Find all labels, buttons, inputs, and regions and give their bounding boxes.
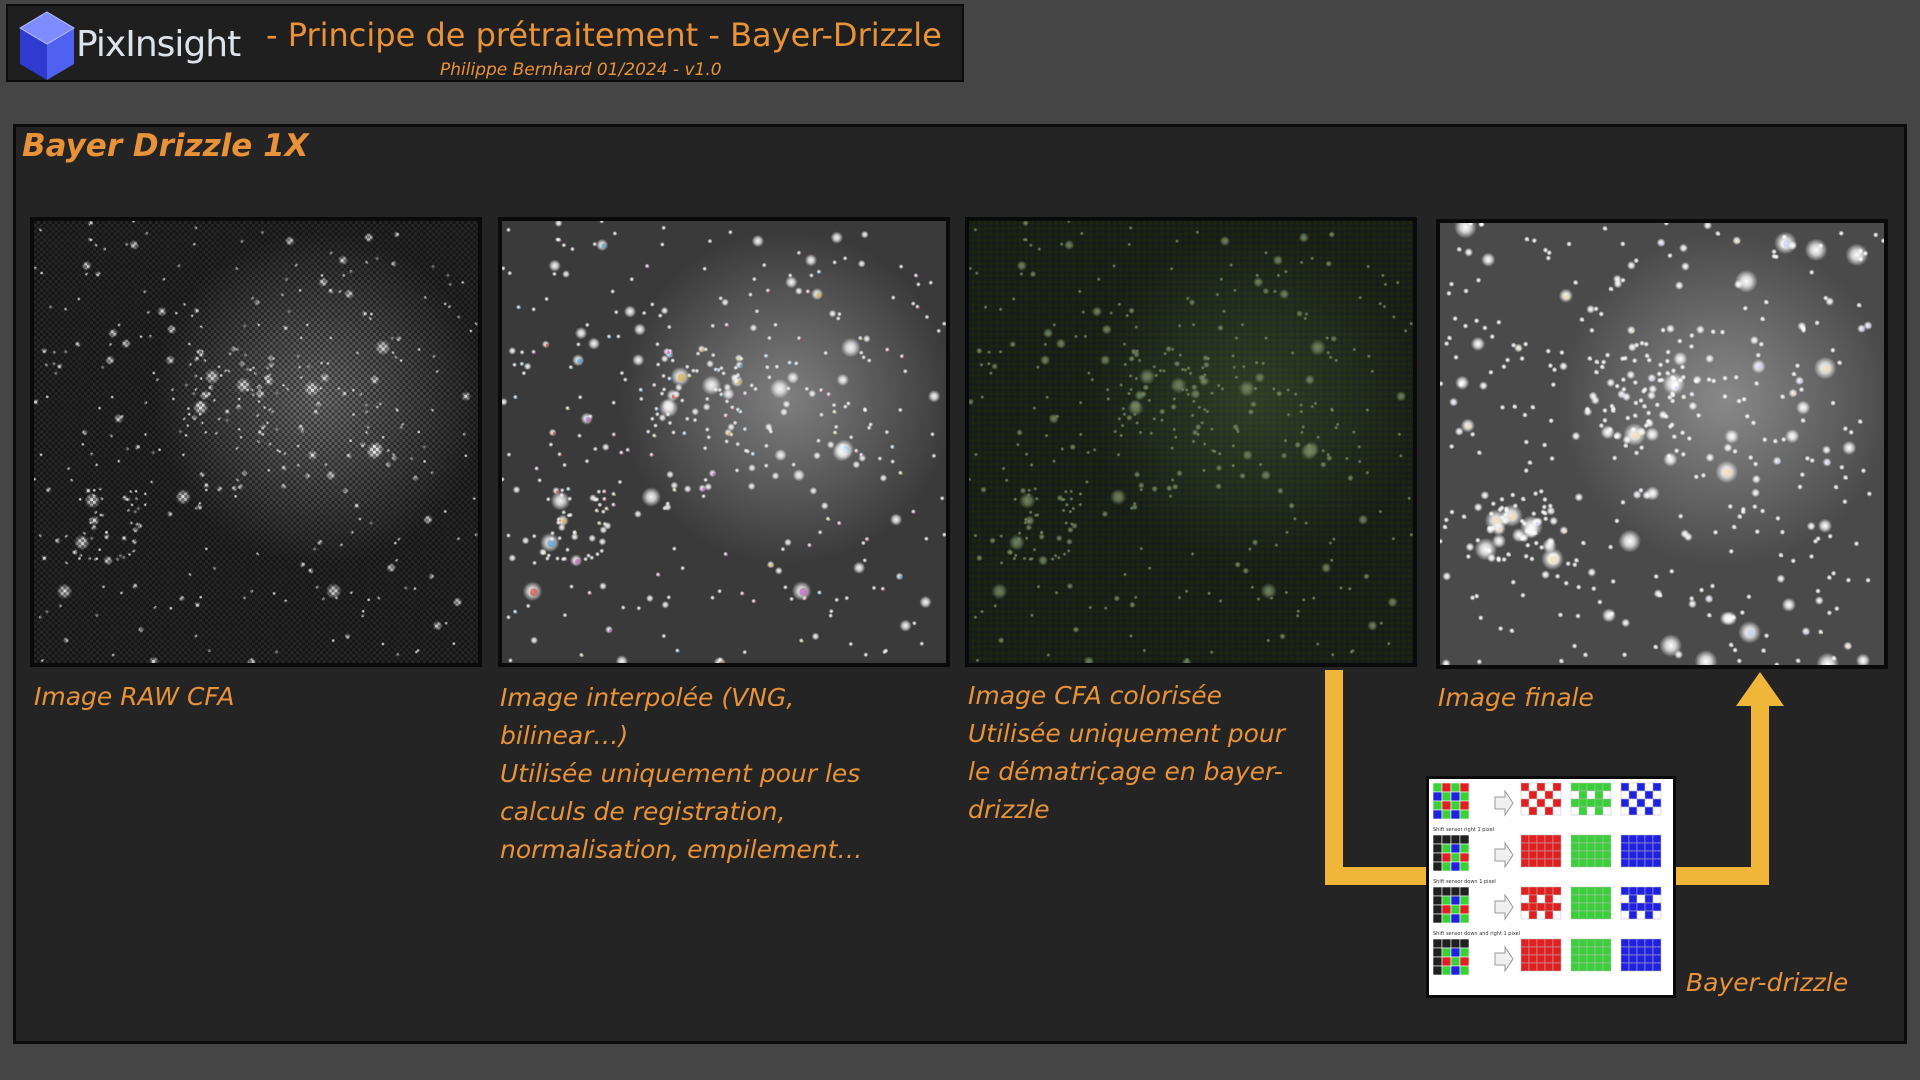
inset-row-caption: Shift sensor down and right 1 pixel <box>1433 931 1520 937</box>
inset-row-caption: Shift sensor right 1 pixel <box>1433 827 1494 833</box>
caption-line: Image finale <box>1438 683 1594 712</box>
cfa-colorized-image <box>965 217 1417 667</box>
caption-line: bilinear…) <box>500 721 629 750</box>
caption-raw-cfa: Image RAW CFA <box>34 678 234 716</box>
caption-line: calculs de registration, <box>500 797 786 826</box>
inset-row-caption: Shift sensor down 1 pixel <box>1433 879 1496 885</box>
caption-line: Utilisée uniquement pour les <box>500 759 861 788</box>
caption-cfa-colorized: Image CFA colorisée Utilisée uniquement … <box>968 677 1285 829</box>
caption-line: Image RAW CFA <box>34 682 235 711</box>
final-image <box>1436 219 1888 669</box>
bayer-drizzle-label: Bayer-drizzle <box>1686 968 1849 997</box>
page-subtitle: Philippe Bernhard 01/2024 - v1.0 <box>440 60 722 80</box>
caption-line: le dématriçage en bayer- <box>968 757 1283 786</box>
page-title: - Principe de prétraitement - Bayer-Driz… <box>266 16 942 54</box>
raw-cfa-image <box>30 217 482 667</box>
section-title: Bayer Drizzle 1X <box>22 128 309 164</box>
interpolated-image <box>498 217 950 667</box>
caption-line: Image interpolée (VNG, <box>500 683 795 712</box>
bayer-drizzle-diagram: Shift sensor right 1 pixel Shift sensor d… <box>1426 776 1676 998</box>
caption-final: Image finale <box>1438 679 1594 717</box>
header-bar: PixInsight - Principe de prétraitement -… <box>6 4 964 82</box>
caption-line: normalisation, empilement… <box>500 835 863 864</box>
caption-interpolated: Image interpolée (VNG, bilinear…) Utilis… <box>500 679 862 869</box>
caption-line: Image CFA colorisée <box>968 681 1222 710</box>
caption-line: drizzle <box>968 795 1050 824</box>
caption-line: Utilisée uniquement pour <box>968 719 1286 748</box>
pixinsight-logo-icon <box>19 11 75 80</box>
logo-text: PixInsight <box>76 24 241 65</box>
